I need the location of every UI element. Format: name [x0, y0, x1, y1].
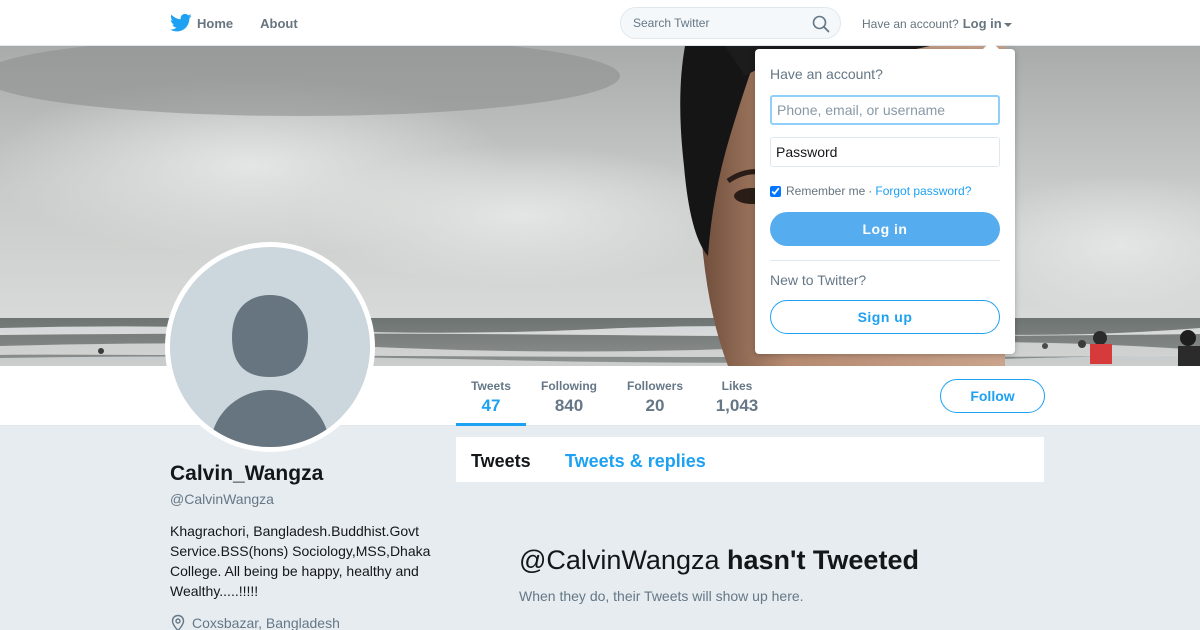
remember-row: Remember me · Forgot password?	[770, 184, 971, 198]
stat-tweets-label: Tweets	[471, 379, 511, 393]
dropdown-have-account: Have an account?	[770, 66, 883, 82]
stat-followers-label: Followers	[626, 379, 683, 393]
username-field[interactable]	[770, 95, 1000, 125]
new-to-twitter-text: New to Twitter?	[770, 272, 867, 288]
stat-likes[interactable]: Likes 1,043	[709, 366, 765, 426]
remember-me-label[interactable]: Remember me	[786, 184, 865, 198]
top-navigation-bar: Home About Have an account? Log in	[0, 0, 1200, 46]
profile-handle[interactable]: @CalvinWangza	[170, 491, 274, 507]
forgot-password-link[interactable]: Forgot password?	[875, 184, 971, 198]
login-button[interactable]: Log in	[770, 212, 1000, 246]
avatar-default-image	[170, 247, 370, 447]
login-dropdown-toggle[interactable]: Log in	[963, 16, 1002, 31]
stat-likes-label: Likes	[721, 379, 753, 393]
login-dropdown: Have an account? Remember me · Forgot pa…	[755, 41, 1015, 354]
stat-likes-value: 1,043	[715, 396, 759, 415]
stat-tweets[interactable]: Tweets 47	[456, 366, 526, 426]
search-icon[interactable]	[812, 15, 830, 33]
remember-me-checkbox[interactable]	[770, 185, 781, 197]
stat-followers-value: 20	[645, 396, 665, 415]
twitter-bird-icon[interactable]	[170, 13, 192, 33]
stat-following-value: 840	[554, 396, 584, 415]
stat-tweets-value: 47	[481, 396, 501, 415]
default-user-silhouette-icon	[210, 295, 330, 447]
profile-name[interactable]: Calvin_Wangza	[170, 462, 323, 486]
stat-following-label: Following	[541, 379, 597, 393]
have-account-text: Have an account?	[862, 16, 959, 31]
search-box	[620, 7, 841, 39]
tab-tweets[interactable]: Tweets	[471, 451, 531, 472]
dropdown-divider	[770, 260, 1000, 261]
follow-button[interactable]: Follow	[940, 379, 1045, 413]
profile-bio: Khagrachori, Bangladesh.Buddhist.Govt Se…	[170, 523, 431, 599]
empty-state-suffix: hasn't Tweeted	[727, 545, 919, 575]
profile-location: Coxsbazar, Bangladesh	[170, 614, 340, 630]
empty-state-title: @CalvinWangza hasn't Tweeted	[519, 545, 919, 576]
caret-down-icon[interactable]	[1003, 22, 1012, 27]
nav-home-link[interactable]: Home	[197, 16, 233, 31]
stat-following[interactable]: Following 840	[537, 366, 601, 426]
remember-separator: ·	[868, 184, 873, 198]
empty-state-handle: @CalvinWangza	[519, 545, 720, 575]
profile-location-text: Coxsbazar, Bangladesh	[192, 615, 340, 630]
empty-state-subtitle: When they do, their Tweets will show up …	[519, 588, 804, 604]
nav-left-group: Home About	[170, 0, 325, 46]
search-input[interactable]	[633, 16, 803, 30]
nav-about-link[interactable]: About	[260, 16, 298, 31]
tab-tweets-and-replies[interactable]: Tweets & replies	[565, 451, 706, 472]
account-menu: Have an account? Log in	[862, 16, 1012, 31]
signup-button[interactable]: Sign up	[770, 300, 1000, 334]
timeline-tabs: Tweets Tweets & replies	[456, 437, 1044, 482]
avatar[interactable]	[165, 242, 375, 452]
password-field[interactable]	[770, 137, 1000, 167]
location-pin-icon	[171, 614, 185, 630]
stat-followers[interactable]: Followers 20	[622, 366, 688, 426]
